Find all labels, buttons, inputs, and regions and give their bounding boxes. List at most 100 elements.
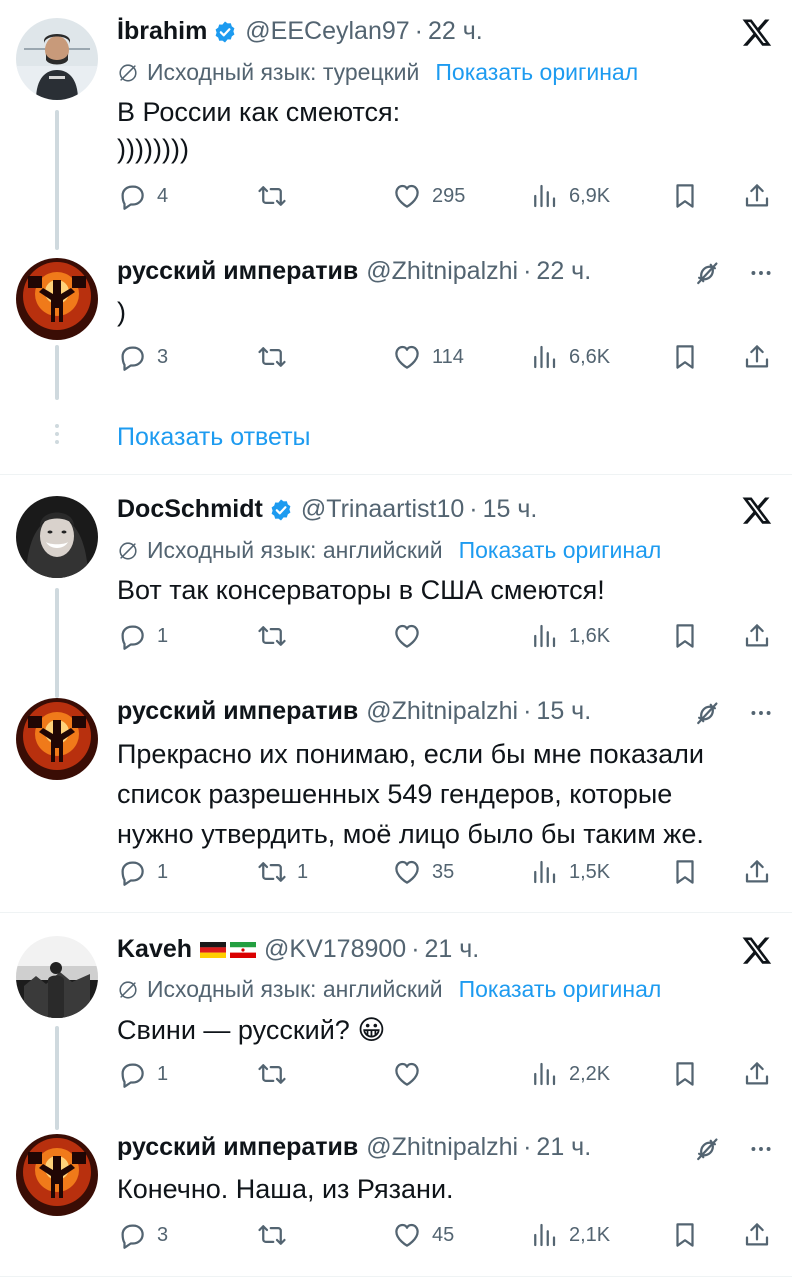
author-name[interactable]: русский императив — [117, 1133, 358, 1162]
views-button[interactable]: 1,5K — [529, 857, 610, 887]
reply-button[interactable]: 4 — [117, 181, 168, 211]
avatar[interactable] — [16, 18, 98, 100]
german-flag-icon — [200, 941, 227, 958]
views-button[interactable]: 1,6K — [529, 621, 610, 651]
separator-dot: · — [414, 17, 423, 45]
timestamp[interactable]: 22 ч. — [428, 17, 483, 46]
tweet-header: İbrahim @EECeylan97 · 22 ч. — [117, 17, 483, 46]
timestamp[interactable]: 21 ч. — [536, 1133, 591, 1162]
bookmark-button[interactable] — [670, 181, 700, 211]
show-original-link[interactable]: Показать оригинал — [459, 537, 662, 564]
reply-count: 3 — [157, 345, 169, 368]
thread-dots — [55, 424, 59, 448]
timestamp[interactable]: 21 ч. — [425, 935, 480, 964]
bookmark-icon — [670, 342, 700, 372]
tweet-text-line: Прекрасно их понимаю, если бы мне показа… — [117, 739, 704, 769]
author-name[interactable]: İbrahim — [117, 17, 207, 46]
retweet-button[interactable] — [257, 181, 297, 211]
retweet-button[interactable] — [257, 342, 297, 372]
author-handle[interactable]: @EECeylan97 — [245, 17, 409, 46]
separator-dot: · — [469, 495, 478, 523]
grok-icon[interactable] — [692, 258, 722, 288]
reply-button[interactable]: 1 — [117, 1059, 168, 1089]
views-icon — [529, 1220, 559, 1250]
share-button[interactable] — [742, 1059, 772, 1089]
share-button[interactable] — [742, 342, 772, 372]
show-replies-link[interactable]: Показать ответы — [117, 423, 311, 452]
tweet-menu — [692, 1134, 774, 1164]
tweet-menu — [692, 698, 774, 728]
like-button[interactable]: 35 — [392, 857, 454, 887]
avatar[interactable] — [16, 698, 98, 780]
retweet-button[interactable] — [257, 1220, 297, 1250]
like-button[interactable]: 114 — [392, 342, 464, 372]
bookmark-button[interactable] — [670, 1059, 700, 1089]
more-icon[interactable] — [748, 1136, 774, 1162]
timestamp[interactable]: 22 ч. — [536, 257, 591, 286]
source-language: Исходный язык: английский — [147, 976, 443, 1002]
divider — [0, 474, 792, 475]
globe-icon — [117, 540, 139, 562]
tweet-text-line: Свини — русский? 😀 — [117, 1015, 386, 1045]
avatar[interactable] — [16, 936, 98, 1018]
views-button[interactable]: 2,1K — [529, 1220, 610, 1250]
share-button[interactable] — [742, 621, 772, 651]
x-logo-icon — [740, 16, 774, 50]
share-button[interactable] — [742, 1220, 772, 1250]
grok-icon[interactable] — [692, 1134, 722, 1164]
grok-icon[interactable] — [692, 698, 722, 728]
reply-button[interactable]: 1 — [117, 857, 168, 887]
author-handle[interactable]: @Trinaartist10 — [301, 495, 464, 524]
author-handle[interactable]: @Zhitnipalzhi — [366, 697, 518, 726]
reply-button[interactable]: 3 — [117, 342, 168, 372]
source-language: Исходный язык: английский — [147, 537, 443, 563]
author-handle[interactable]: @KV178900 — [264, 935, 406, 964]
retweet-button[interactable] — [257, 621, 297, 651]
bookmark-button[interactable] — [670, 857, 700, 887]
timestamp[interactable]: 15 ч. — [536, 697, 591, 726]
views-button[interactable]: 6,9K — [529, 181, 610, 211]
more-icon[interactable] — [748, 700, 774, 726]
translation-note: Исходный язык: английский Показать ориги… — [117, 976, 661, 1003]
retweet-icon — [257, 342, 287, 372]
reply-button[interactable]: 1 — [117, 621, 168, 651]
bookmark-icon — [670, 1220, 700, 1250]
views-button[interactable]: 2,2K — [529, 1059, 610, 1089]
tweet-header: русский императив @Zhitnipalzhi · 22 ч. — [117, 257, 591, 286]
avatar[interactable] — [16, 496, 98, 578]
views-button[interactable]: 6,6K — [529, 342, 610, 372]
action-bar: 1 2,2K — [117, 1059, 777, 1093]
timestamp[interactable]: 15 ч. — [483, 495, 538, 524]
retweet-button[interactable]: 1 — [257, 857, 308, 887]
like-button[interactable]: 295 — [392, 181, 465, 211]
reply-icon — [117, 342, 147, 372]
avatar[interactable] — [16, 1134, 98, 1216]
translation-note: Исходный язык: турецкий Показать оригина… — [117, 59, 638, 86]
share-icon — [742, 621, 772, 651]
like-button[interactable] — [392, 621, 432, 651]
tweet-text-line: Конечно. Наша, из Рязани. — [117, 1174, 454, 1204]
bookmark-button[interactable] — [670, 621, 700, 651]
like-button[interactable]: 45 — [392, 1220, 454, 1250]
reply-icon — [117, 181, 147, 211]
show-original-link[interactable]: Показать оригинал — [435, 59, 638, 86]
show-original-link[interactable]: Показать оригинал — [459, 976, 662, 1003]
avatar[interactable] — [16, 258, 98, 340]
more-icon[interactable] — [748, 260, 774, 286]
author-name[interactable]: Kaveh — [117, 935, 192, 964]
share-button[interactable] — [742, 181, 772, 211]
views-count: 2,2K — [569, 1062, 611, 1085]
author-handle[interactable]: @Zhitnipalzhi — [366, 257, 518, 286]
author-name[interactable]: русский императив — [117, 697, 358, 726]
author-handle[interactable]: @Zhitnipalzhi — [366, 1133, 518, 1162]
reply-button[interactable]: 3 — [117, 1220, 168, 1250]
like-button[interactable] — [392, 1059, 432, 1089]
author-name[interactable]: русский императив — [117, 257, 358, 286]
retweet-button[interactable] — [257, 1059, 297, 1089]
author-name[interactable]: DocSchmidt — [117, 495, 263, 524]
share-button[interactable] — [742, 857, 772, 887]
bookmark-button[interactable] — [670, 1220, 700, 1250]
bookmark-button[interactable] — [670, 342, 700, 372]
tweet-text-line: список разрешенных 549 гендеров, которые — [117, 779, 673, 809]
views-icon — [529, 181, 559, 211]
